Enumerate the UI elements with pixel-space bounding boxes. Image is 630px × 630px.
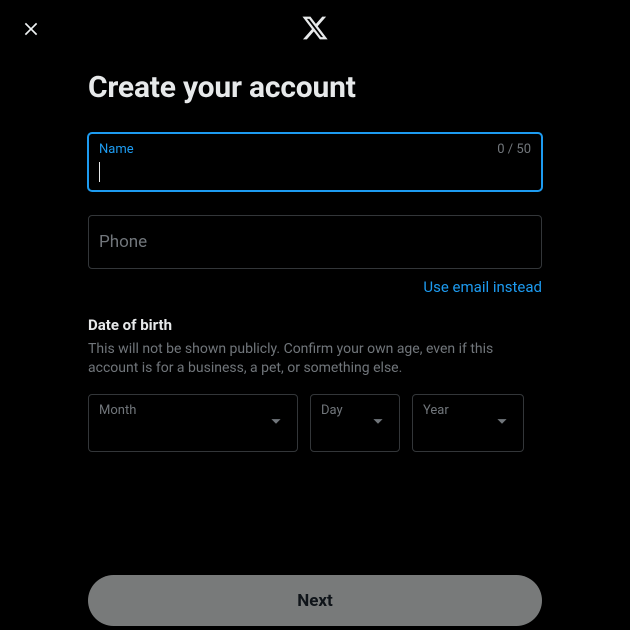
day-select-wrapper[interactable]: Day (310, 394, 400, 452)
dob-title: Date of birth (88, 316, 542, 334)
modal-content: Create your account Name 0 / 50 Phone Us… (0, 0, 630, 452)
phone-field-wrapper[interactable]: Phone (88, 215, 542, 269)
close-button[interactable] (14, 14, 48, 48)
dob-selects: Month Day Year (88, 394, 542, 452)
use-email-row: Use email instead (88, 277, 542, 296)
use-email-link[interactable]: Use email instead (423, 278, 542, 296)
name-input[interactable] (89, 134, 541, 190)
dob-description: This will not be shown publicly. Confirm… (88, 340, 542, 378)
phone-placeholder: Phone (89, 216, 541, 268)
next-button[interactable]: Next (88, 575, 542, 626)
month-select-wrapper[interactable]: Month (88, 394, 298, 452)
next-button-label: Next (297, 591, 333, 611)
close-icon (21, 19, 41, 43)
name-counter: 0 / 50 (497, 142, 531, 157)
page-title: Create your account (88, 70, 542, 105)
year-select-wrapper[interactable]: Year (412, 394, 524, 452)
name-label: Name (99, 142, 134, 157)
signup-modal: Create your account Name 0 / 50 Phone Us… (0, 0, 630, 630)
x-logo-icon (301, 14, 329, 46)
text-caret (99, 162, 100, 182)
name-field-wrapper[interactable]: Name 0 / 50 (88, 133, 542, 191)
